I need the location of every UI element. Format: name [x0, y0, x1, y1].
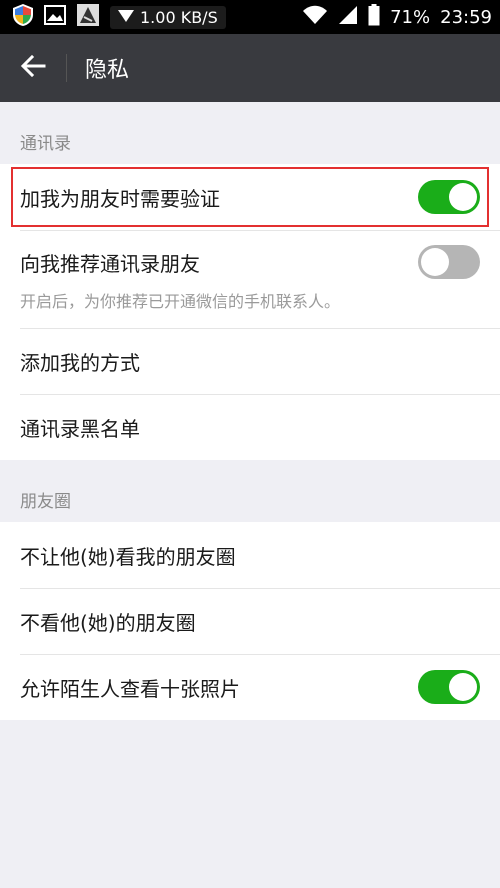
row-description: 开启后，为你推荐已开通微信的手机联系人。	[20, 292, 341, 311]
row-add-me-methods[interactable]: 添加我的方式	[0, 328, 500, 394]
toggle-knob	[449, 673, 477, 701]
status-right: 71% 23:59	[302, 3, 492, 31]
wifi-down-icon	[118, 8, 134, 27]
row-label: 允许陌生人查看十张照片	[20, 676, 240, 701]
app-bar: 隐私	[0, 34, 500, 102]
clock: 23:59	[440, 6, 492, 28]
row-stranger-ten-photos[interactable]: 允许陌生人查看十张照片	[0, 654, 500, 720]
row-recommend-contacts[interactable]: 向我推荐通讯录朋友 开启后，为你推荐已开通微信的手机联系人。	[0, 230, 500, 328]
row-verify-when-adding[interactable]: 加我为朋友时需要验证	[0, 164, 500, 230]
row-label: 不让他(她)看我的朋友圈	[20, 544, 236, 569]
battery-icon	[368, 3, 380, 31]
speed-text: 1.00 KB/S	[140, 7, 218, 27]
toggle-stranger-ten-photos[interactable]	[418, 670, 480, 704]
section-contacts: 加我为朋友时需要验证 向我推荐通讯录朋友 开启后，为你推荐已开通微信的手机联系人…	[0, 164, 500, 460]
notification-app-icon	[76, 3, 100, 32]
page-title: 隐私	[85, 58, 130, 83]
row-hide-my-moments[interactable]: 不让他(她)看我的朋友圈	[0, 522, 500, 588]
shield-icon	[12, 3, 34, 32]
row-contacts-blacklist[interactable]: 通讯录黑名单	[0, 394, 500, 460]
network-speed: 1.00 KB/S	[110, 5, 226, 29]
section-header-moments: 朋友圈	[20, 492, 71, 512]
appbar-divider	[66, 54, 67, 82]
toggle-verify-when-adding[interactable]	[418, 180, 480, 214]
status-bar: 1.00 KB/S 71% 23:59	[0, 0, 500, 34]
toggle-recommend-contacts[interactable]	[418, 245, 480, 279]
section-header-contacts: 通讯录	[20, 134, 71, 154]
signal-icon	[338, 5, 358, 30]
row-label: 通讯录黑名单	[20, 416, 140, 441]
toggle-knob	[449, 183, 477, 211]
row-label: 加我为朋友时需要验证	[20, 186, 220, 211]
row-label: 不看他(她)的朋友圈	[20, 610, 196, 635]
back-button[interactable]	[0, 34, 66, 102]
toggle-knob	[421, 248, 449, 276]
arrow-left-icon	[20, 54, 46, 81]
status-left: 1.00 KB/S	[12, 3, 226, 32]
battery-percent: 71%	[390, 6, 431, 28]
section-moments: 不让他(她)看我的朋友圈 不看他(她)的朋友圈 允许陌生人查看十张照片	[0, 522, 500, 720]
row-hide-their-moments[interactable]: 不看他(她)的朋友圈	[0, 588, 500, 654]
row-label: 添加我的方式	[20, 350, 140, 375]
row-label: 向我推荐通讯录朋友	[20, 251, 200, 276]
wifi-icon	[302, 5, 328, 30]
image-icon	[44, 4, 66, 30]
